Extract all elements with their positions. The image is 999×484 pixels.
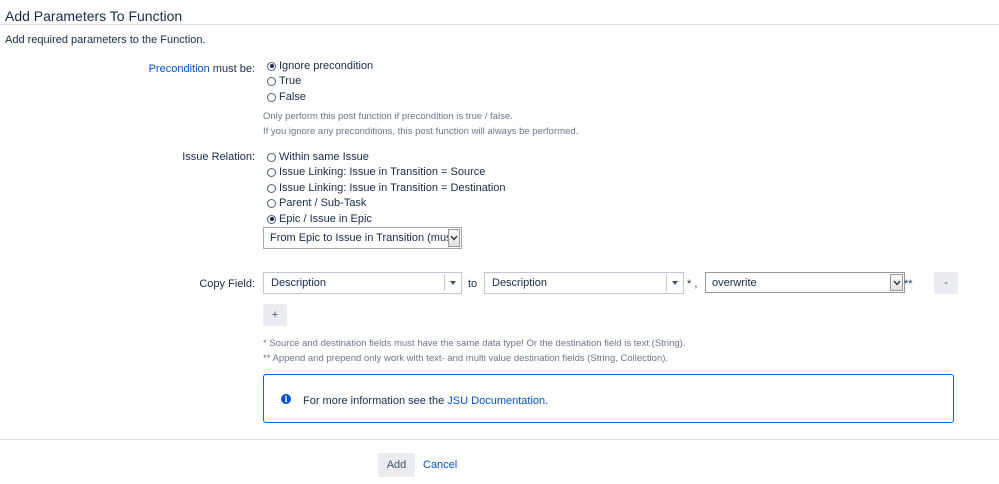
relation-direction-select[interactable]: From Epic to Issue in Transition (must <box>263 227 462 249</box>
info-icon: i <box>281 394 291 404</box>
copy-field-note-2: ** Append and prepend only work with tex… <box>263 353 669 364</box>
precondition-label: Precondition must be: <box>148 63 255 75</box>
footer-divider <box>0 439 999 440</box>
radio-button[interactable] <box>267 92 276 102</box>
copy-mode-marker: ** <box>904 278 913 290</box>
radio-button[interactable] <box>267 183 276 193</box>
precondition-help-1: Only perform this post function if preco… <box>263 111 513 122</box>
copy-mode-select[interactable]: overwrite <box>705 272 905 293</box>
relation-option-epic[interactable]: Epic / Issue in Epic <box>267 212 372 226</box>
chevron-down-icon[interactable] <box>890 274 903 291</box>
source-field-select[interactable]: Description <box>263 272 462 294</box>
info-text: For more information see the JSU Documen… <box>303 395 549 407</box>
radio-button[interactable] <box>267 214 276 224</box>
radio-button[interactable] <box>267 167 276 177</box>
chevron-down-icon[interactable] <box>448 229 460 247</box>
dialog-intro: Add required parameters to the Function. <box>5 34 206 46</box>
dropdown-arrow-icon <box>444 275 461 291</box>
remove-field-button[interactable]: - <box>934 272 958 294</box>
destination-field-select[interactable]: Description <box>484 272 684 294</box>
relation-option-linking-source[interactable]: Issue Linking: Issue in Transition = Sou… <box>267 165 485 179</box>
issue-relation-label: Issue Relation: <box>182 151 255 163</box>
add-field-button[interactable]: + <box>263 304 287 326</box>
relation-option-parent-subtask[interactable]: Parent / Sub-Task <box>267 196 366 210</box>
cancel-link[interactable]: Cancel <box>423 459 457 471</box>
precondition-link[interactable]: Precondition <box>149 63 210 75</box>
precondition-help-2: If you ignore any preconditions, this po… <box>263 126 579 137</box>
to-text: to <box>468 278 478 290</box>
radio-button[interactable] <box>267 61 276 71</box>
relation-option-same-issue[interactable]: Within same Issue <box>267 150 369 164</box>
dialog-title: Add Parameters To Function <box>5 8 183 24</box>
precondition-option-ignore[interactable]: Ignore precondition <box>267 59 373 73</box>
dropdown-arrow-icon <box>666 275 683 291</box>
copy-field-label: Copy Field: <box>199 278 255 290</box>
precondition-option-false[interactable]: False <box>267 90 306 104</box>
destination-required-marker: * , <box>687 278 698 290</box>
radio-button[interactable] <box>267 152 276 162</box>
precondition-option-true[interactable]: True <box>267 74 301 88</box>
radio-button[interactable] <box>267 198 276 208</box>
relation-option-linking-destination[interactable]: Issue Linking: Issue in Transition = Des… <box>267 181 506 195</box>
radio-button[interactable] <box>267 76 276 86</box>
copy-field-note-1: * Source and destination fields must hav… <box>263 338 686 349</box>
header-divider <box>0 24 999 25</box>
add-button[interactable]: Add <box>378 453 415 477</box>
jsu-documentation-link[interactable]: JSU Documentation <box>447 395 545 407</box>
info-panel: i For more information see the JSU Docum… <box>263 374 954 423</box>
